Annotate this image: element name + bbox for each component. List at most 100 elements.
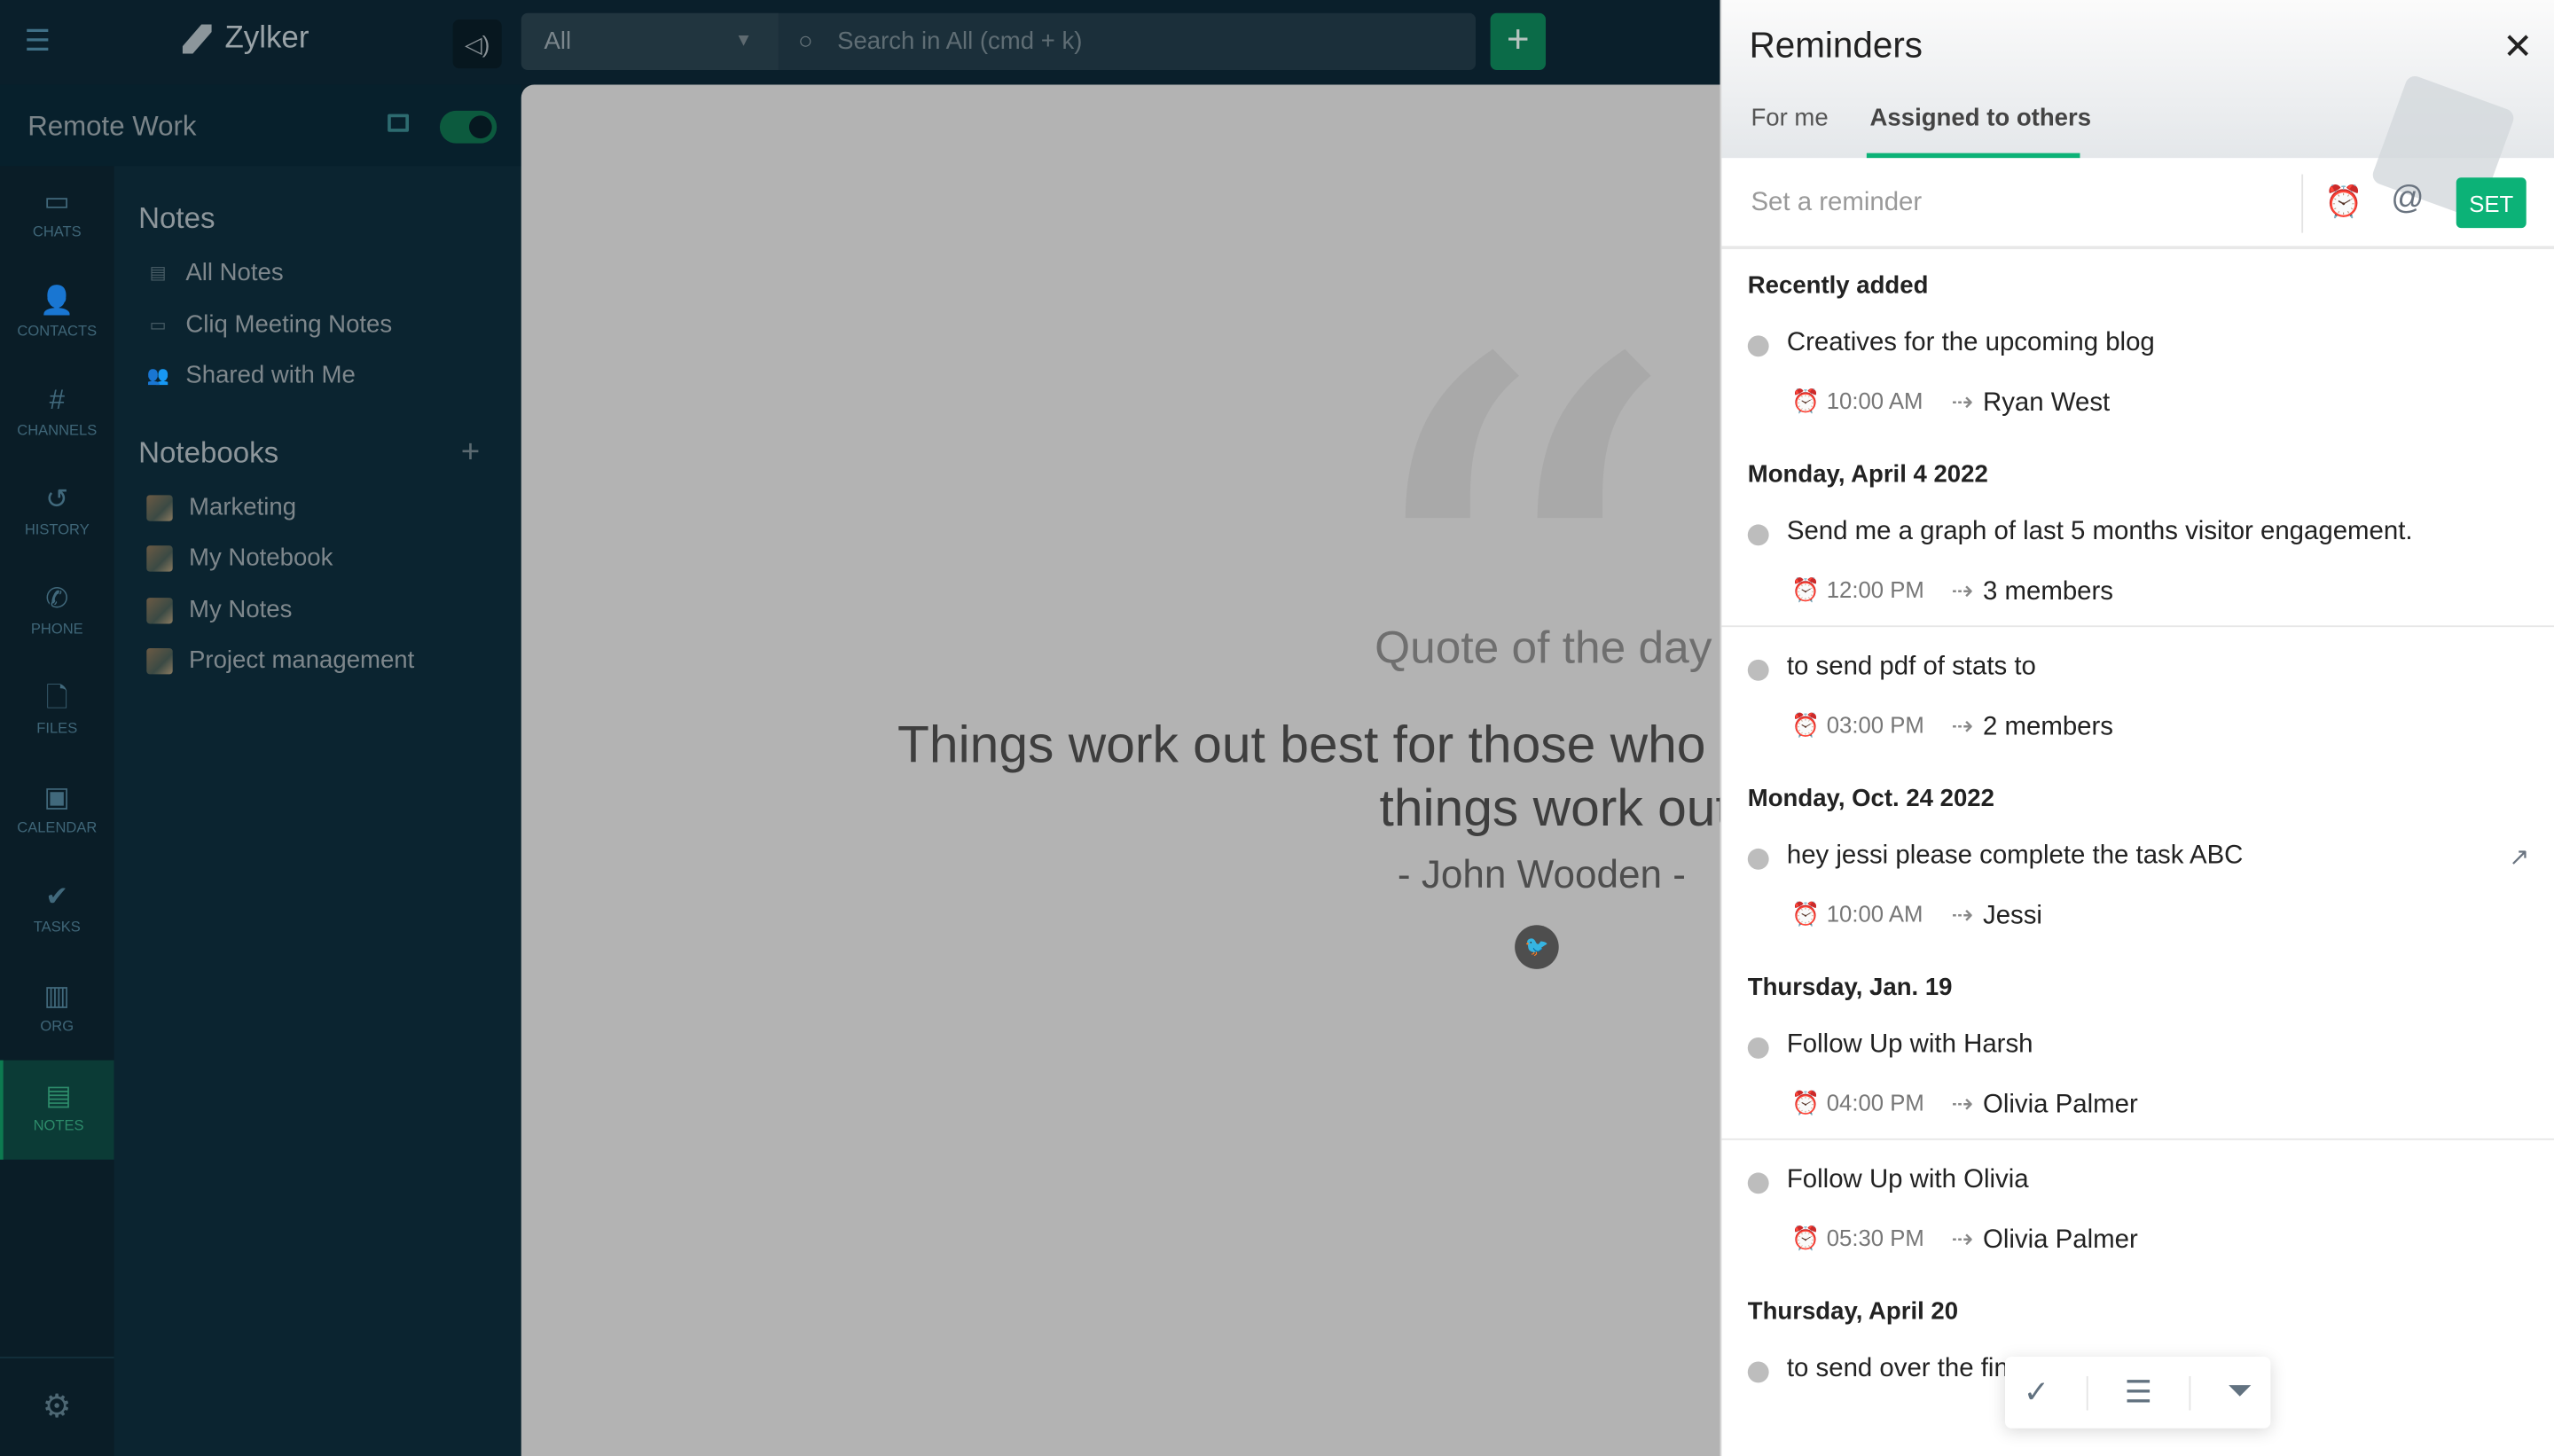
complete-toggle[interactable] xyxy=(1747,848,1769,870)
panel-title: Reminders xyxy=(1749,24,1923,66)
notebook-item[interactable]: Marketing xyxy=(146,494,296,521)
item-label: Project management xyxy=(189,646,415,675)
reminder-item[interactable]: Follow Up with Harsh ⏰ 04:00 PM ⇢ Olivia Pa… xyxy=(1721,1005,2554,1140)
workspace-toggle[interactable] xyxy=(439,110,497,144)
group-heading: Recently added xyxy=(1747,271,1929,300)
rail-item-contacts[interactable]: 👤 CONTACTS xyxy=(0,265,114,364)
reminder-title: Creatives for the upcoming blog xyxy=(1786,329,2155,357)
time-text: 05:30 PM xyxy=(1826,1225,1924,1251)
external-link-icon[interactable]: ↗ xyxy=(2509,842,2529,871)
screen-icon[interactable] xyxy=(388,114,410,132)
rail-item-history[interactable]: ↺ HISTORY xyxy=(0,464,114,563)
alarm-icon: ⏰ xyxy=(1791,711,1821,739)
reminder-item[interactable]: Send me a graph of last 5 months visitor… xyxy=(1721,492,2554,628)
chat-icon: ▭ xyxy=(43,185,71,217)
zylker-logo-icon xyxy=(182,24,212,54)
notebook-item[interactable]: My Notebook xyxy=(146,544,333,572)
rail-item-org[interactable]: ▥ ORG xyxy=(0,961,114,1061)
assign-arrow-icon: ⇢ xyxy=(1951,902,1973,930)
quote-author: - John Wooden - xyxy=(1397,853,1686,898)
reminder-item[interactable]: Creatives for the upcoming blog ⏰ 10:00 AM… xyxy=(1721,303,2554,437)
sidebar-item-all-notes[interactable]: ▤ All Notes xyxy=(146,259,284,287)
complete-toggle[interactable] xyxy=(1747,659,1769,681)
notes-icon: ▤ xyxy=(45,1079,72,1111)
rail-label: PHONE xyxy=(30,620,83,638)
notebooks-section-title: Notebooks xyxy=(138,436,279,469)
workspace-name[interactable]: Remote Work xyxy=(27,111,196,144)
list-icon[interactable]: ☰ xyxy=(2125,1374,2152,1411)
alarm-icon: ⏰ xyxy=(1791,900,1821,928)
scope-value: All xyxy=(544,27,572,56)
reminder-toolbar: ✓ ☰ ⏷ xyxy=(2004,1356,2271,1429)
filter-icon[interactable]: ⏷ xyxy=(2228,1374,2252,1410)
chevron-down-icon: ▼ xyxy=(734,30,753,51)
close-icon[interactable]: ✕ xyxy=(2503,26,2533,68)
history-icon: ↺ xyxy=(45,483,69,515)
item-label: My Notebook xyxy=(189,544,333,572)
notebook-item[interactable]: My Notes xyxy=(146,596,292,623)
add-notebook-button[interactable]: + xyxy=(461,434,480,472)
search-input[interactable]: ○ Search in All (cmd + k) xyxy=(778,12,1477,70)
group-heading: Thursday, April 20 xyxy=(1747,1297,1959,1327)
add-button[interactable]: + xyxy=(1490,12,1547,70)
top-bar: ☰ Zylker ◁) All ▼ ○ Search in All (cmd + k… xyxy=(0,0,1720,85)
hash-icon: # xyxy=(49,384,65,416)
rail-item-files[interactable]: 🗋 FILES xyxy=(0,663,114,763)
reminders-header: Reminders ✕ For me Assigned to others xyxy=(1721,0,2554,220)
rail-label: ORG xyxy=(40,1017,74,1035)
rail-label: CONTACTS xyxy=(17,322,98,340)
reminder-title: to send pdf of stats to xyxy=(1786,653,2036,681)
sidebar-item-cliq-meeting-notes[interactable]: ▭ Cliq Meeting Notes xyxy=(146,311,393,339)
complete-toggle[interactable] xyxy=(1747,1172,1769,1194)
rail-item-chats[interactable]: ▭ CHATS xyxy=(0,166,114,265)
alarm-clock-icon[interactable]: ⏰ xyxy=(2324,183,2362,222)
time-text: 10:00 AM xyxy=(1826,387,1923,414)
rail-item-phone[interactable]: ✆ PHONE xyxy=(0,563,114,662)
sidebar-item-shared-with-me[interactable]: 👥 Shared with Me xyxy=(146,362,356,389)
reminder-title: Send me a graph of last 5 months visitor… xyxy=(1786,518,2413,546)
assign-arrow-icon: ⇢ xyxy=(1951,1091,1973,1119)
notebook-item[interactable]: Project management xyxy=(146,646,414,674)
set-button[interactable]: SET xyxy=(2456,177,2527,229)
complete-toggle[interactable] xyxy=(1747,1361,1769,1383)
alarm-icon: ⏰ xyxy=(1791,576,1821,603)
rail-item-notes[interactable]: ▤ NOTES xyxy=(0,1060,114,1160)
check-circle-icon[interactable]: ✓ xyxy=(2024,1374,2049,1411)
speaker-button[interactable]: ◁) xyxy=(452,20,502,69)
org-icon: ▥ xyxy=(43,980,71,1012)
complete-toggle[interactable] xyxy=(1747,335,1769,357)
reminders-panel: Reminders ✕ For me Assigned to others ⏰ … xyxy=(1720,0,2554,1456)
notebook-cover-icon xyxy=(146,494,173,521)
file-icon: 🗋 xyxy=(45,682,68,714)
reminder-list: Recently added Creatives for the upcoming… xyxy=(1721,247,2554,1456)
complete-toggle[interactable] xyxy=(1747,1037,1769,1059)
calendar-icon: ▣ xyxy=(43,781,71,813)
reminder-item[interactable]: Follow Up with Olivia ⏰ 05:30 PM ⇢ Olivia P… xyxy=(1721,1140,2554,1274)
contacts-icon: 👤 xyxy=(39,285,74,317)
complete-toggle[interactable] xyxy=(1747,524,1769,546)
rail-item-calendar[interactable]: ▣ CALENDAR xyxy=(0,763,114,862)
reminder-assignee: ⇢ Ryan West xyxy=(1951,386,2110,419)
reminder-item[interactable]: to send pdf of stats to ⏰ 03:00 PM ⇢ 2 memb… xyxy=(1721,627,2554,761)
rail-item-tasks[interactable]: ✔ TASKS xyxy=(0,862,114,961)
tab-assigned-to-others[interactable]: Assigned to others xyxy=(1870,105,2092,132)
tab-for-me[interactable]: For me xyxy=(1751,105,1828,132)
reminder-title: hey jessi please complete the task ABC xyxy=(1786,842,2244,870)
assign-arrow-icon: ⇢ xyxy=(1951,1226,1973,1255)
item-label: All Notes xyxy=(185,259,284,287)
notebook-cover-icon xyxy=(146,544,173,571)
group-heading: Monday, April 4 2022 xyxy=(1747,460,1988,489)
assign-arrow-icon: ⇢ xyxy=(1951,713,1973,741)
rail-item-channels[interactable]: # CHANNELS xyxy=(0,364,114,464)
reminder-assignee: ⇢ 3 members xyxy=(1951,575,2113,607)
menu-icon[interactable]: ☰ xyxy=(25,26,54,55)
search-scope-select[interactable]: All ▼ xyxy=(521,12,779,70)
settings-gear-icon[interactable]: ⚙ xyxy=(0,1356,114,1456)
reminder-time: ⏰ 04:00 PM xyxy=(1791,1090,1923,1117)
mention-icon[interactable]: @ xyxy=(2391,181,2424,218)
quote-text: Things work out best for those who m thin… xyxy=(897,713,1720,840)
twitter-share-icon[interactable]: 🐦 xyxy=(1515,925,1559,969)
reminder-item[interactable]: hey jessi please complete the task ABC ⏰ 1… xyxy=(1721,816,2554,950)
alarm-icon: ⏰ xyxy=(1791,1225,1821,1251)
reminder-input[interactable] xyxy=(1747,177,2292,230)
